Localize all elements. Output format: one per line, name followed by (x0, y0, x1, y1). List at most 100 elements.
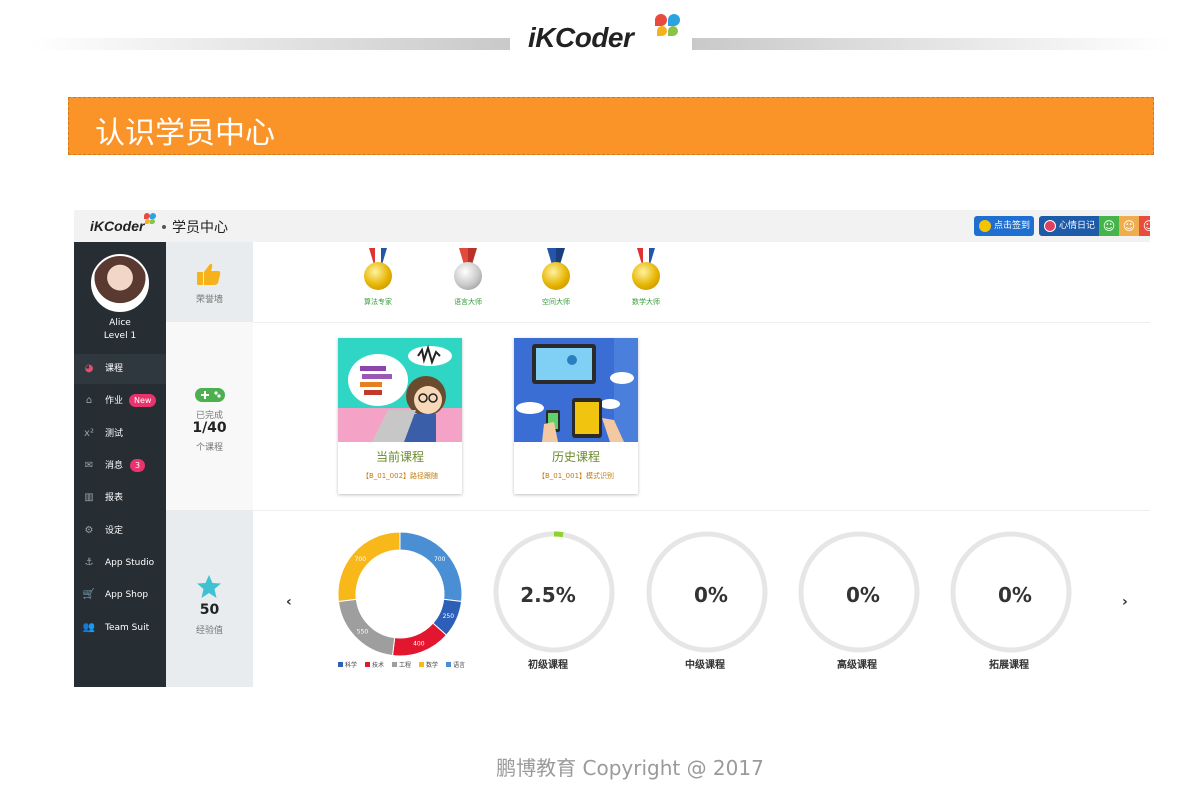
sidebar-item-homework[interactable]: ⌂ 作业 New (74, 386, 166, 416)
donut-slice-3[interactable] (337, 598, 396, 657)
medal-math-master[interactable]: 数学大师 (616, 248, 676, 312)
mood-diary-button[interactable]: 心情日记 (1039, 216, 1099, 236)
happy-face-icon[interactable]: ☺ (1099, 216, 1119, 236)
butterfly-logo-icon (655, 14, 681, 40)
course-title: 历史课程 (551, 450, 600, 464)
course-title: 当前课程 (375, 450, 424, 464)
history-course-card[interactable]: 历史课程 【B_01_001】模式识别 (514, 338, 638, 494)
sidebar-item-test[interactable]: x² 测试 (74, 419, 166, 449)
sidebar-item-label: 作业 (105, 396, 124, 406)
progress-label-intermediate: 中级课程 (685, 660, 725, 671)
donut-slice-label: 400 (413, 641, 425, 648)
progress-value-advanced: 0% (846, 583, 880, 607)
sidebar-item-label: App Shop (105, 590, 149, 600)
medal-label: 语言大师 (454, 298, 482, 306)
experience-panel: 50 经验值 (166, 510, 253, 687)
sidebar-item-courses[interactable]: ◕ 课程 (74, 354, 166, 384)
legend-item[interactable]: 工程 (392, 660, 411, 669)
completed-unit: 个课程 (195, 443, 223, 453)
app-topbar: iKCoder 学员中心 点击签到 心情日记 ☺ ☺ ☺ (74, 210, 1150, 242)
chevron-right-icon[interactable]: › (1122, 594, 1128, 610)
course-code: 【B_01_001】模式识别 (537, 472, 615, 480)
legend-item[interactable]: 技术 (365, 660, 384, 669)
sign-in-icon (979, 220, 991, 232)
row-divider (253, 510, 1150, 511)
new-badge: New (129, 394, 157, 407)
title-banner: 认识学员中心 (68, 97, 1154, 155)
gold-medal-icon (542, 262, 570, 290)
header-rule-right (692, 38, 1172, 50)
coding-kid-illustration (338, 338, 462, 442)
completed-count: 1/40 (192, 420, 227, 436)
star-icon (197, 575, 221, 598)
progress-label-extension: 拓展课程 (989, 660, 1029, 671)
mail-icon: ✉ (84, 460, 94, 471)
donut-slice-4[interactable] (337, 531, 401, 603)
message-count-badge: 3 (130, 459, 146, 472)
banner-title: 认识学员中心 (95, 116, 275, 151)
app-butterfly-icon (144, 213, 156, 225)
legend-item[interactable]: 数学 (419, 660, 438, 669)
neutral-face-icon[interactable]: ☺ (1119, 216, 1139, 236)
progress-value-intermediate: 0% (694, 583, 728, 607)
sidebar-item-label: 设定 (105, 526, 124, 536)
anchor-icon: ⚓ (84, 557, 94, 568)
legend-swatch (446, 662, 452, 667)
sidebar: Alice Level 1 ◕ 课程 ⌂ 作业 New x² 测试 ✉ 消息 3… (74, 242, 166, 687)
medal-algorithm-expert[interactable]: 算法专家 (348, 248, 408, 312)
donut-slice-5[interactable] (399, 531, 463, 603)
sidebar-item-settings[interactable]: ⚙ 设定 (74, 516, 166, 546)
mood-diary: 心情日记 ☺ ☺ ☺ (1039, 216, 1150, 236)
completed-panel: 已完成 1/40 个课程 (166, 322, 253, 510)
legend-swatch (365, 662, 371, 667)
medal-language-master[interactable]: 语言大师 (438, 248, 498, 312)
donut-slice-label: 700 (434, 556, 446, 563)
sidebar-item-app-shop[interactable]: 🛒 App Shop (74, 580, 166, 610)
sign-in-label: 点击签到 (994, 221, 1031, 231)
progress-ring-fill (553, 531, 564, 538)
heart-icon (1044, 220, 1056, 232)
donut-slice-label: 250 (443, 613, 455, 620)
chevron-left-icon[interactable]: ‹ (286, 594, 292, 610)
silver-medal-icon (454, 262, 482, 290)
user-avatar[interactable] (91, 254, 149, 312)
sign-in-button[interactable]: 点击签到 (974, 216, 1034, 236)
row-divider (253, 322, 1150, 323)
progress-value-beginner: 2.5% (520, 583, 576, 607)
sad-face-icon[interactable]: ☺ (1139, 216, 1150, 236)
course-code: 【B_01_002】路径跟随 (361, 472, 439, 480)
medal-space-master[interactable]: 空间大师 (526, 248, 586, 312)
legend-item[interactable]: 语言 (446, 660, 465, 669)
donut-legend: 科学 技术 工程 数学 语言 (338, 660, 465, 669)
experience-label: 经验值 (195, 626, 223, 636)
subject-donut-chart: 700 250 400 550 700 (337, 531, 463, 657)
sidebar-item-team-suit[interactable]: 👥 Team Suit (74, 613, 166, 643)
progress-value-extension: 0% (998, 583, 1032, 607)
gold-medal-icon (364, 262, 392, 290)
superscript-icon: x² (84, 428, 94, 439)
app-logo[interactable]: iKCoder (90, 218, 144, 234)
home-icon: ⌂ (85, 395, 93, 406)
medal-label: 空间大师 (542, 298, 570, 306)
gamepad-icon (195, 388, 225, 402)
sidebar-item-label: 测试 (105, 429, 124, 439)
legend-swatch (392, 662, 398, 667)
slide-logo: iKCoder (528, 22, 634, 54)
sidebar-item-reports[interactable]: ▥ 报表 (74, 483, 166, 513)
student-center-app: iKCoder 学员中心 点击签到 心情日记 ☺ ☺ ☺ Alice Level… (74, 210, 1150, 687)
dashboard-icon: ◕ (84, 363, 94, 374)
sidebar-item-label: 报表 (105, 493, 124, 503)
sidebar-item-label: 消息 (105, 461, 124, 471)
cart-icon: 🛒 (82, 589, 96, 600)
sidebar-item-messages[interactable]: ✉ 消息 3 (74, 451, 166, 481)
slide-footer: 鹏博教育 Copyright @ 2017 (496, 756, 764, 780)
sidebar-item-app-studio[interactable]: ⚓ App Studio (74, 548, 166, 578)
sidebar-item-label: App Studio (105, 558, 155, 568)
donut-slice-label: 700 (355, 556, 367, 563)
medal-label: 算法专家 (364, 298, 392, 306)
legend-item[interactable]: 科学 (338, 660, 357, 669)
gold-medal-icon (632, 262, 660, 290)
current-course-card[interactable]: 当前课程 【B_01_002】路径跟随 (338, 338, 462, 494)
mood-diary-label: 心情日记 (1059, 221, 1096, 231)
honor-wall-panel: 荣誉墙 (166, 242, 253, 322)
